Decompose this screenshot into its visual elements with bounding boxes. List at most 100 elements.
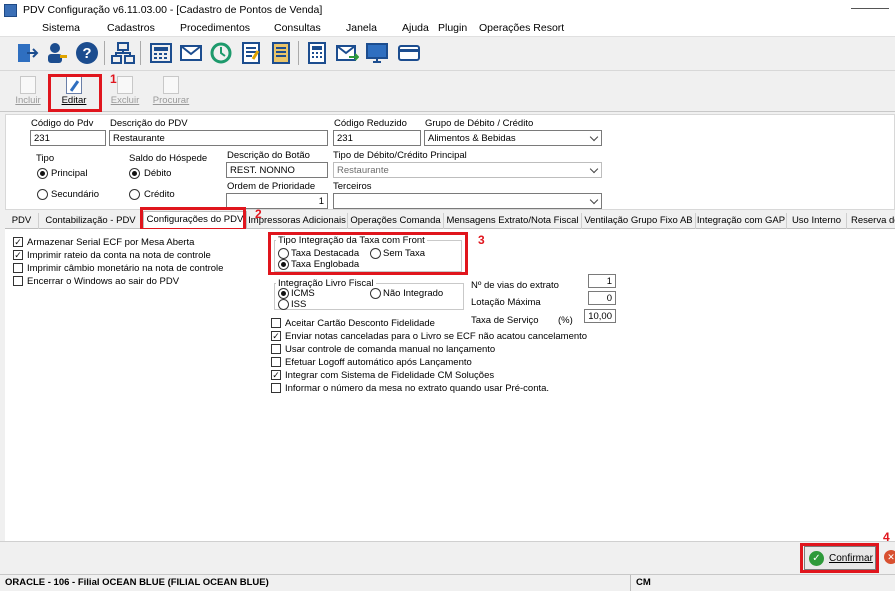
aceitar-cartao-label: Aceitar Cartão Desconto Fidelidade	[285, 318, 435, 329]
tipo-secundario-radio[interactable]	[37, 189, 48, 200]
efetuar-logoff-checkbox[interactable]	[271, 357, 281, 367]
informar-mesa-checkbox[interactable]	[271, 383, 281, 393]
imprimir-cambio-checkbox[interactable]	[13, 263, 23, 273]
minimize-icon[interactable]	[851, 8, 889, 9]
descricao-pdv-field[interactable]: Restaurante	[109, 130, 328, 146]
tab-contabilizacao[interactable]: Contabilização - PDV	[39, 213, 143, 229]
codigo-reduzido-field[interactable]: 231	[333, 130, 421, 146]
imprimir-rateio-label: Imprimir rateio da conta na nota de cont…	[27, 250, 211, 261]
procurar-button[interactable]: Procurar	[149, 75, 193, 109]
saldo-debito-label: Débito	[144, 168, 172, 179]
efetuar-logoff-label: Efetuar Logoff automático após Lançament…	[285, 357, 472, 368]
menu-ajuda[interactable]: Ajuda	[402, 22, 429, 34]
codigo-pdv-label: Código do Pdv	[31, 118, 94, 129]
toolbar-separator	[298, 41, 299, 65]
ordem-label: Ordem de Prioridade	[227, 181, 316, 192]
status-bar: ORACLE - 106 - Filial OCEAN BLUE (FILIAL…	[0, 574, 895, 591]
informar-mesa-label: Informar o número da mesa no extrato qua…	[285, 383, 550, 394]
nao-integrado-radio[interactable]	[370, 288, 381, 299]
vias-extrato-label: Nº de vias do extrato	[471, 280, 559, 291]
tipo-debito-select[interactable]: Restaurante	[333, 162, 602, 178]
history-icon[interactable]	[208, 40, 234, 66]
codigo-reduzido-label: Código Reduzido	[334, 118, 407, 129]
descricao-botao-field[interactable]: REST. NONNO	[226, 162, 328, 178]
vias-extrato-field[interactable]: 1	[588, 274, 616, 288]
checklist-icon[interactable]	[238, 40, 264, 66]
help-icon[interactable]: ?	[74, 40, 100, 66]
delete-document-icon	[117, 76, 133, 94]
cash-register-icon[interactable]	[148, 40, 174, 66]
taxa-servico-field[interactable]: 10,00	[584, 309, 616, 323]
grupo-debito-select[interactable]: Alimentos & Bebidas	[424, 130, 602, 146]
add-document-icon	[20, 76, 36, 94]
saldo-credito-radio[interactable]	[129, 189, 140, 200]
tab-integracao-gap[interactable]: Integração com GAP	[696, 213, 787, 229]
main-toolbar: ?	[0, 37, 895, 71]
tipo-principal-radio[interactable]	[37, 168, 48, 179]
highlight-box-confirmar	[800, 543, 879, 573]
cancel-icon[interactable]: ✕	[884, 550, 895, 564]
menu-operacoes-resort[interactable]: Operações Resort	[479, 22, 564, 34]
user-key-icon[interactable]	[44, 40, 70, 66]
integrar-fidelidade-label: Integrar com Sistema de Fidelidade CM So…	[285, 370, 495, 381]
iss-radio[interactable]	[278, 299, 289, 310]
integrar-fidelidade-checkbox[interactable]: ✓	[271, 370, 281, 380]
menu-sistema[interactable]: Sistema	[42, 22, 80, 34]
tipo-secundario-label: Secundário	[51, 189, 100, 200]
highlight-box-editar	[48, 74, 102, 112]
aceitar-cartao-checkbox[interactable]	[271, 318, 281, 328]
mail-icon[interactable]	[178, 40, 204, 66]
network-icon[interactable]	[110, 40, 136, 66]
saldo-label: Saldo do Hóspede	[129, 153, 208, 164]
menu-plugin[interactable]: Plugin	[438, 22, 467, 34]
taxa-servico-label: Taxa de Serviço	[471, 315, 539, 326]
nao-integrado-label: Não Integrado	[383, 288, 444, 299]
lotacao-field[interactable]: 0	[588, 291, 616, 305]
tab-reserva[interactable]: Reserva de	[847, 213, 895, 229]
grupo-debito-label: Grupo de Débito / Crédito	[425, 118, 534, 129]
tab-impressoras-adicionais[interactable]: Impressoras Adicionais	[247, 213, 348, 229]
grupo-debito-value: Alimentos & Bebidas	[428, 133, 516, 144]
annotation-2: 2	[255, 207, 262, 221]
armazenar-serial-checkbox[interactable]: ✓	[13, 237, 23, 247]
annotation-1: 1	[110, 72, 117, 86]
tab-uso-interno[interactable]: Uso Interno	[787, 213, 847, 229]
terceiros-select[interactable]	[333, 193, 602, 209]
usar-controle-comanda-checkbox[interactable]	[271, 344, 281, 354]
incluir-button[interactable]: Incluir	[6, 75, 50, 109]
card-icon[interactable]	[396, 40, 422, 66]
encerrar-windows-label: Encerrar o Windows ao sair do PDV	[27, 276, 180, 287]
tab-mensagens-extrato[interactable]: Mensagens Extrato/Nota Fiscal	[444, 213, 582, 229]
tab-operacoes-comanda[interactable]: Operações Comanda	[348, 213, 444, 229]
document-edit-icon[interactable]	[268, 40, 294, 66]
enviar-notas-checkbox[interactable]: ✓	[271, 331, 281, 341]
encerrar-windows-checkbox[interactable]	[13, 276, 23, 286]
action-toolbar: Incluir Editar Excluir Procurar	[0, 72, 895, 112]
mail-forward-icon[interactable]	[334, 40, 360, 66]
icms-radio[interactable]	[278, 288, 289, 299]
menu-procedimentos[interactable]: Procedimentos	[180, 22, 250, 34]
saldo-debito-radio[interactable]	[129, 168, 140, 179]
highlight-box-taxa	[268, 232, 468, 275]
imprimir-cambio-label: Imprimir câmbio monetário na nota de con…	[27, 263, 224, 274]
monitor-icon[interactable]	[364, 40, 390, 66]
tab-ventilacao-grupo[interactable]: Ventilação Grupo Fixo AB	[582, 213, 696, 229]
menu-cadastros[interactable]: Cadastros	[107, 22, 155, 34]
menu-janela[interactable]: Janela	[346, 22, 377, 34]
imprimir-rateio-checkbox[interactable]: ✓	[13, 250, 23, 260]
codigo-pdv-field[interactable]: 231	[30, 130, 106, 146]
title-bar: PDV Configuração v6.11.03.00 - [Cadastro…	[0, 0, 895, 20]
annotation-3: 3	[478, 233, 485, 247]
enviar-notas-label: Enviar notas canceladas para o Livro se …	[285, 331, 588, 342]
calculator-icon[interactable]	[304, 40, 330, 66]
tipo-principal-label: Principal	[51, 168, 88, 179]
descricao-pdv-label: Descrição do PDV	[110, 118, 188, 129]
highlight-box-tab	[140, 207, 246, 231]
tab-pdv[interactable]: PDV	[5, 213, 39, 229]
chevron-down-icon	[589, 164, 599, 174]
terceiros-label: Terceiros	[333, 181, 372, 192]
menu-consultas[interactable]: Consultas	[274, 22, 321, 34]
svg-text:?: ?	[82, 45, 91, 62]
exit-icon[interactable]	[14, 40, 40, 66]
armazenar-serial-label: Armazenar Serial ECF por Mesa Aberta	[27, 237, 195, 248]
